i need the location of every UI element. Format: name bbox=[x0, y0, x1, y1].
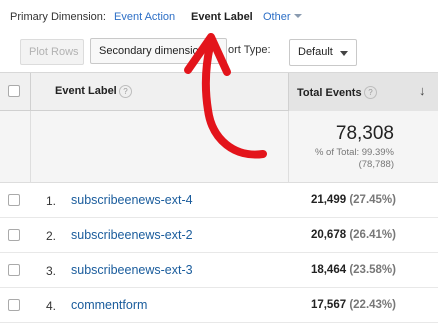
row-value: 21,499 bbox=[310, 194, 347, 206]
total-events-value: 78,308 bbox=[335, 123, 394, 144]
row-value: 17,567 bbox=[310, 299, 347, 311]
secondary-dimension-button[interactable]: Secondary dimension bbox=[90, 38, 227, 64]
row-percent: (22.43%) bbox=[349, 299, 396, 311]
column-header-total-events[interactable]: Total Events ? ↓ bbox=[288, 73, 438, 111]
row-percent: (23.58%) bbox=[349, 264, 396, 276]
totals-metric-cell: 78,308 % of Total: 99.39% (78,788) bbox=[288, 111, 438, 183]
dropdown-triangle-icon bbox=[340, 51, 348, 56]
help-icon[interactable]: ? bbox=[364, 86, 377, 99]
table-row: 3. subscribeenews-ext-3 18,464 (23.58%) bbox=[0, 253, 438, 288]
row-percent: (26.41%) bbox=[349, 229, 396, 241]
totals-row: 78,308 % of Total: 99.39% (78,788) bbox=[0, 111, 438, 183]
plot-rows-button[interactable]: Plot Rows bbox=[20, 39, 84, 65]
row-event-label-link[interactable]: commentform bbox=[71, 298, 147, 312]
row-event-label-link[interactable]: subscribeenews-ext-4 bbox=[71, 193, 193, 207]
table-row: 4. commentform 17,567 (22.43%) bbox=[0, 288, 438, 323]
row-checkbox[interactable] bbox=[8, 194, 20, 206]
sort-type-label: ort Type: bbox=[228, 44, 271, 56]
row-number: 3. bbox=[46, 264, 57, 278]
row-total-events: 17,567 (22.43%) bbox=[311, 299, 396, 311]
table-row: 2. subscribeenews-ext-2 20,678 (26.41%) bbox=[0, 218, 438, 253]
total-events-header-label: Total Events bbox=[297, 87, 362, 99]
row-percent: (27.45%) bbox=[349, 194, 396, 206]
row-checkbox[interactable] bbox=[8, 229, 20, 241]
row-checkbox[interactable] bbox=[8, 264, 20, 276]
primary-dimension-label: Primary Dimension: bbox=[10, 11, 106, 23]
table-row: 1. subscribeenews-ext-4 21,499 (27.45%) bbox=[0, 183, 438, 218]
total-percent-text: % of Total: 99.39% bbox=[314, 147, 394, 158]
row-number: 4. bbox=[46, 299, 57, 313]
row-event-label-link[interactable]: subscribeenews-ext-2 bbox=[71, 228, 193, 242]
dimension-event-label-active[interactable]: Event Label bbox=[191, 11, 253, 23]
column-divider bbox=[30, 73, 31, 111]
select-all-checkbox[interactable] bbox=[8, 85, 20, 97]
sort-down-arrow-icon[interactable]: ↓ bbox=[419, 83, 426, 98]
row-total-events: 21,499 (27.45%) bbox=[311, 194, 396, 206]
row-checkbox[interactable] bbox=[8, 299, 20, 311]
row-number: 2. bbox=[46, 229, 57, 243]
dimension-event-action-link[interactable]: Event Action bbox=[114, 11, 175, 23]
primary-dimension-bar: Primary Dimension: Event Action Event La… bbox=[0, 0, 438, 36]
help-icon[interactable]: ? bbox=[119, 85, 132, 98]
sort-type-select[interactable]: Default bbox=[289, 39, 357, 66]
column-divider bbox=[30, 111, 31, 183]
row-value: 20,678 bbox=[310, 229, 347, 241]
row-total-events: 20,678 (26.41%) bbox=[311, 229, 396, 241]
data-table: Event Label ? Total Events ? ↓ 78,308 % … bbox=[0, 72, 438, 323]
row-number: 1. bbox=[46, 194, 57, 208]
column-header-event-label[interactable]: Event Label bbox=[55, 85, 117, 97]
caret-down-icon bbox=[293, 14, 302, 18]
row-total-events: 18,464 (23.58%) bbox=[311, 264, 396, 276]
total-absolute-text: (78,788) bbox=[358, 159, 394, 170]
dimension-other-dropdown[interactable]: Other bbox=[263, 11, 302, 23]
row-value: 18,464 bbox=[310, 264, 347, 276]
row-event-label-link[interactable]: subscribeenews-ext-3 bbox=[71, 263, 193, 277]
sort-type-value: Default bbox=[298, 46, 333, 58]
table-header-row: Event Label ? Total Events ? ↓ bbox=[0, 73, 438, 111]
dimension-other-label: Other bbox=[263, 11, 291, 23]
